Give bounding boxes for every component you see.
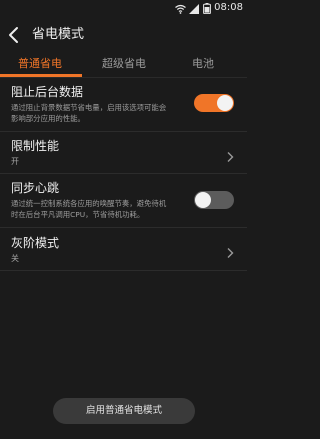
background-data-toggle[interactable] [194,94,234,112]
setting-sync-heartbeat[interactable]: 同步心跳 通过统一控制系统各应用的唤醒节奏，避免待机 时在后台平凡调用CPU，节… [0,180,247,226]
back-arrow-icon[interactable] [7,25,21,45]
setting-description: 通过阻止背景数据节省电量，启用该选项可能会 影响部分应用的性能。 [11,103,167,123]
status-time: 08:08 [214,2,243,13]
divider [0,270,247,271]
divider [0,173,247,174]
tab-super-saving[interactable]: 超级省电 [102,55,146,73]
tab-normal-saving[interactable]: 普通省电 [18,55,62,73]
setting-title: 灰阶模式 [11,236,60,250]
tab-battery[interactable]: 电池 [192,55,214,73]
chevron-right-icon [226,244,234,258]
page-title: 省电模式 [32,27,85,42]
status-bar: 08:08 [0,0,247,16]
battery-icon [203,0,212,18]
status-icons: 08:08 [175,1,243,15]
setting-limit-performance[interactable]: 限制性能 开 [0,138,247,172]
divider [0,131,247,132]
toggle-knob [217,95,233,111]
setting-title: 同步心跳 [11,181,60,195]
setting-title: 阻止后台数据 [11,85,84,99]
setting-grayscale-mode[interactable]: 灰阶模式 关 [0,235,247,269]
title-bar: 省电模式 [0,22,247,48]
wifi-icon [175,0,187,18]
chevron-right-icon [226,148,234,162]
setting-value: 关 [11,254,19,263]
setting-background-data[interactable]: 阻止后台数据 通过阻止背景数据节省电量，启用该选项可能会 影响部分应用的性能。 [0,84,247,130]
tabs-divider [0,77,247,78]
divider [0,227,247,228]
setting-description: 通过统一控制系统各应用的唤醒节奏，避免待机 时在后台平凡调用CPU，节省待机功耗… [11,199,167,219]
sync-heartbeat-toggle[interactable] [194,191,234,209]
setting-value: 开 [11,157,19,166]
toggle-knob [195,192,211,208]
signal-icon [189,0,200,18]
setting-title: 限制性能 [11,139,60,153]
power-saving-screen: 08:08 省电模式 普通省电 超级省电 电池 阻止后台数据 通过阻止背景数据节… [0,0,247,439]
enable-power-saving-button[interactable]: 启用普通省电模式 [53,398,195,424]
